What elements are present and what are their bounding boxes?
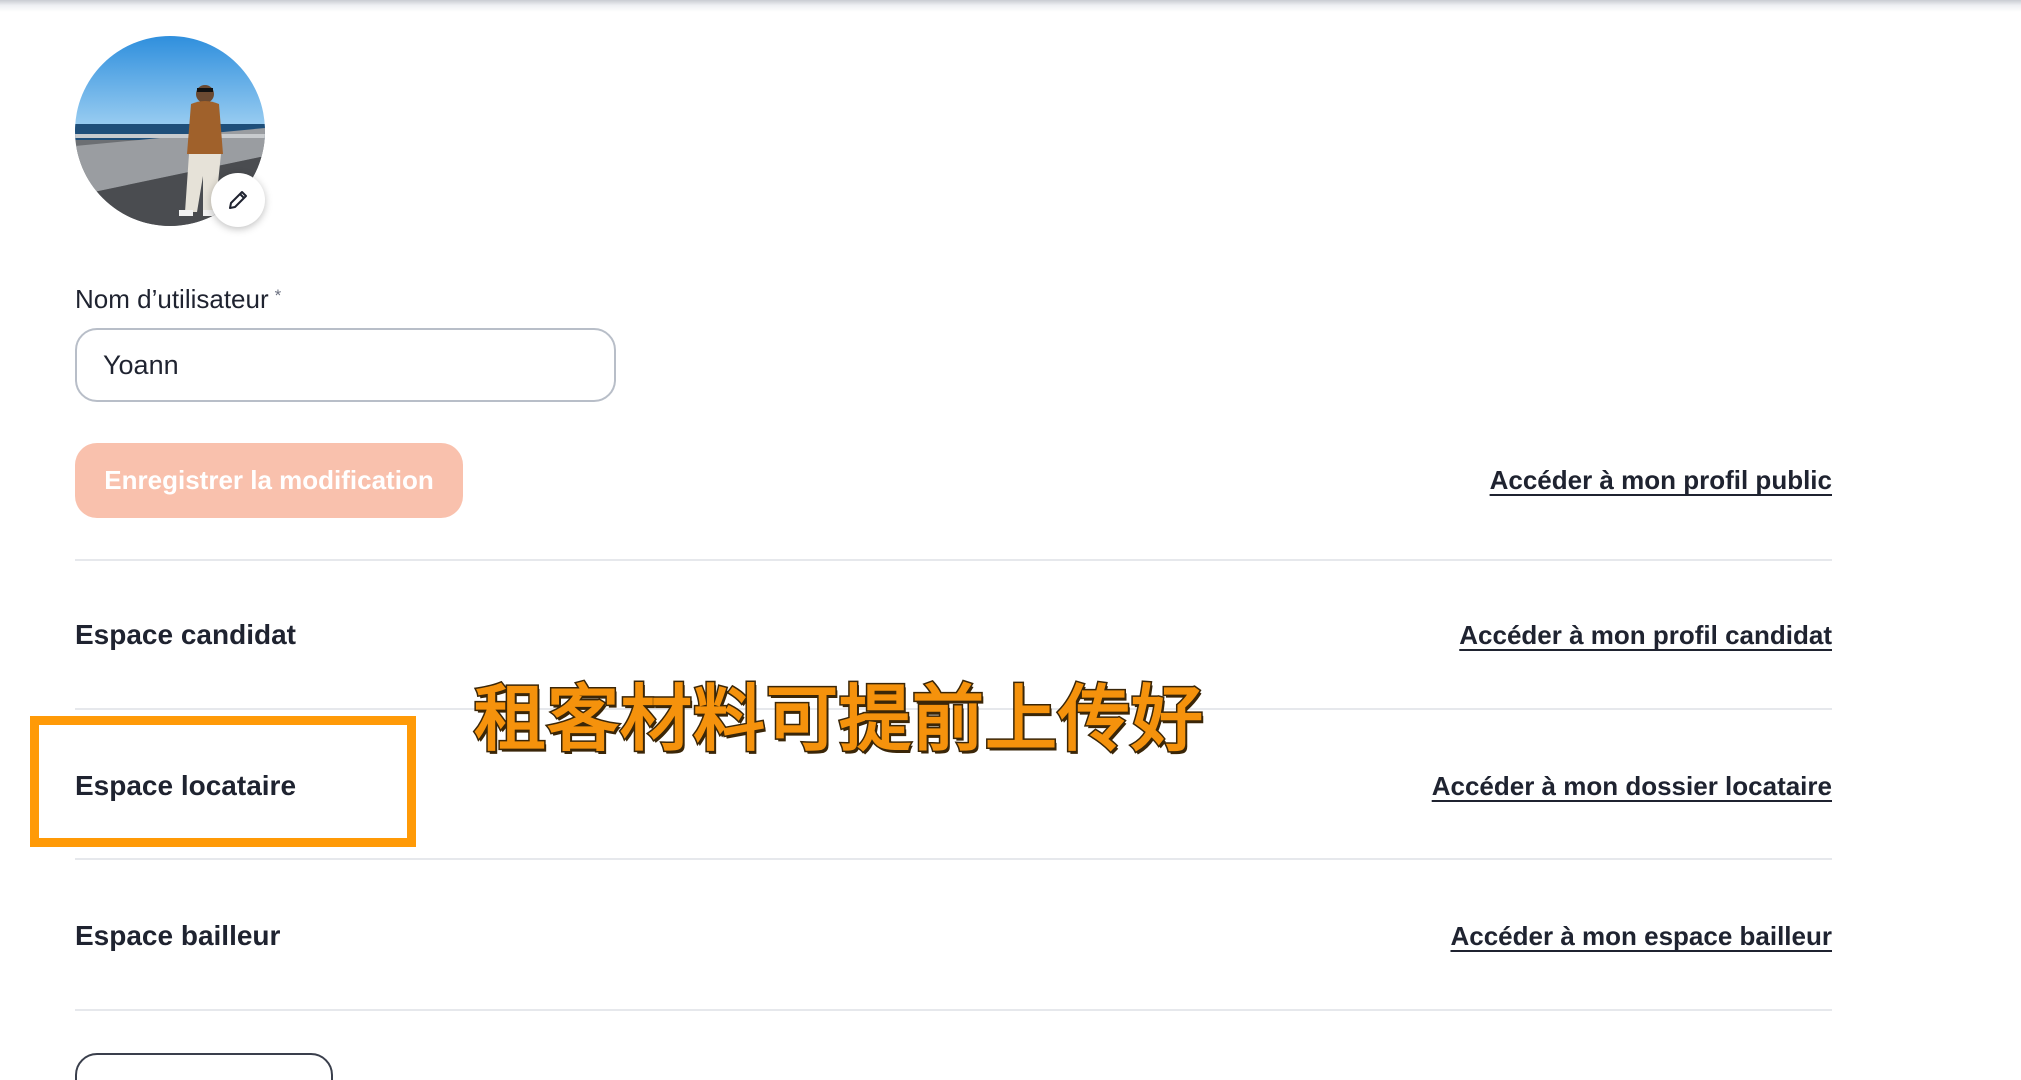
public-profile-link[interactable]: Accéder à mon profil public [1490, 465, 1832, 496]
overlay-caption: 租客材料可提前上传好 [472, 676, 1205, 763]
highlight-box [30, 716, 416, 847]
section-title-bailleur: Espace bailleur [75, 920, 281, 951]
divider [75, 858, 1832, 860]
save-button[interactable]: Enregistrer la modification [75, 443, 463, 518]
section-title-candidat: Espace candidat [75, 619, 296, 650]
bottom-button[interactable] [75, 1053, 333, 1080]
divider [75, 1009, 1832, 1011]
account-settings-page: Nom d’utilisateur * Enregistrer la modifi… [0, 0, 2021, 1080]
edit-avatar-button[interactable] [211, 173, 265, 227]
divider [75, 559, 1832, 561]
pencil-icon [229, 191, 247, 209]
required-marker: * [274, 286, 282, 305]
username-label-text: Nom d’utilisateur [75, 284, 269, 314]
tenant-file-link[interactable]: Accéder à mon dossier locataire [1432, 771, 1832, 802]
candidate-profile-link[interactable]: Accéder à mon profil candidat [1459, 620, 1832, 651]
landlord-space-link[interactable]: Accéder à mon espace bailleur [1450, 921, 1832, 952]
top-bar-shadow [0, 0, 2021, 12]
username-input[interactable] [75, 328, 616, 402]
username-label: Nom d’utilisateur * [75, 284, 281, 315]
